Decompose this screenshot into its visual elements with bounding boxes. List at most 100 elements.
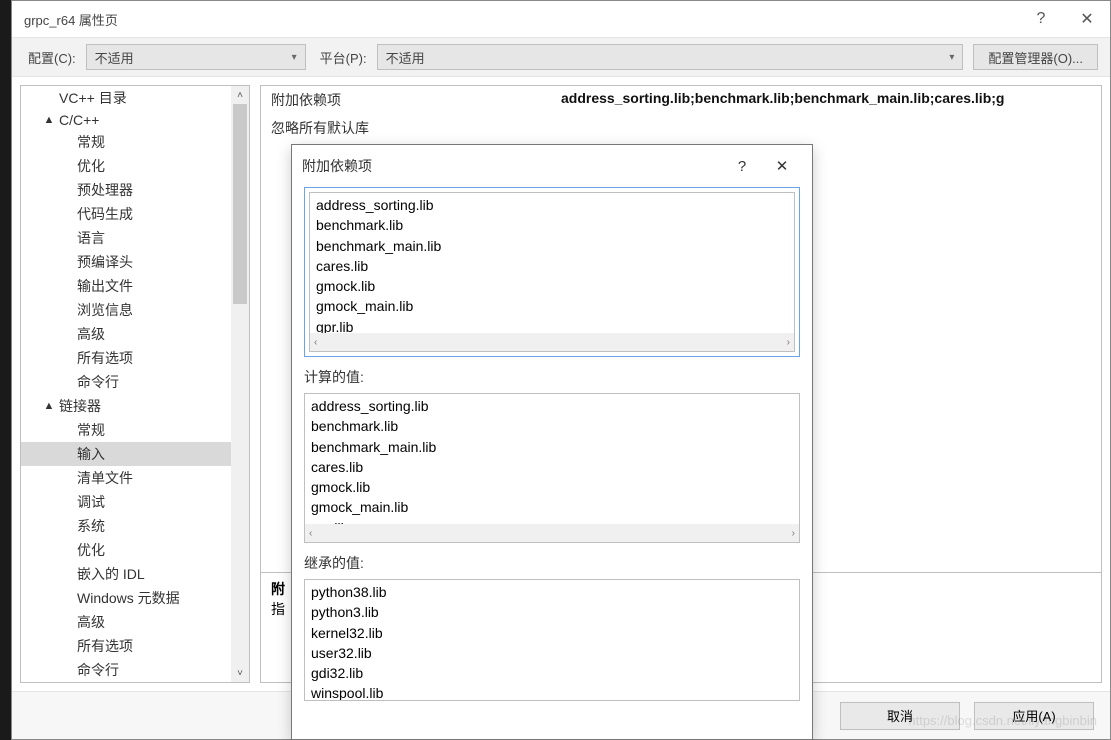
h-scrollbar[interactable]: ‹› [310,333,794,351]
tree-item[interactable]: 高级 [21,610,249,634]
list-item: address_sorting.lib [316,195,788,215]
tree-item[interactable]: 命令行 [21,370,249,394]
tree-item[interactable]: 所有选项 [21,634,249,658]
computed-list-frame: address_sorting.libbenchmark.libbenchmar… [304,393,800,543]
tree-item[interactable]: 优化 [21,154,249,178]
tree-item-label: C/C++ [59,112,99,128]
tree-item-label: 嵌入的 IDL [77,564,145,584]
config-manager-button[interactable]: 配置管理器(O)... [973,44,1098,70]
tree-item-label: VC++ 目录 [59,88,127,108]
toggle-icon[interactable]: ▲ [43,114,55,126]
scroll-left-icon[interactable]: ‹ [309,528,312,539]
tree-item[interactable]: VC++ 目录 [21,86,249,110]
close-button[interactable]: ✕ [1064,1,1110,37]
toggle-icon[interactable]: ▲ [43,400,55,412]
property-row[interactable]: 忽略所有默认库 [261,114,1101,142]
tree-item[interactable]: 输出文件 [21,274,249,298]
tree-pane: VC++ 目录▲C/C++常规优化预处理器代码生成语言预编译头输出文件浏览信息高… [20,85,250,683]
chevron-down-icon: ▾ [949,52,954,63]
platform-label: 平台(P): [320,48,367,67]
tree-item[interactable]: 系统 [21,514,249,538]
list-item: winspool.lib [311,683,793,700]
list-item: gmock_main.lib [311,497,793,517]
tree-item[interactable]: 命令行 [21,658,249,682]
tree-item[interactable]: 嵌入的 IDL [21,562,249,586]
tree-item[interactable]: 清单文件 [21,466,249,490]
property-key: 附加依赖项 [271,90,541,110]
scroll-up-icon[interactable]: ˄ [231,86,249,104]
tree-item[interactable]: 所有选项 [21,346,249,370]
list-item: benchmark.lib [316,215,788,235]
inherited-list: python38.libpython3.libkernel32.libuser3… [305,580,799,700]
window-title: grpc_r64 属性页 [24,10,118,29]
h-scrollbar[interactable]: ‹› [305,524,799,542]
tree-item[interactable]: 浏览信息 [21,298,249,322]
scroll-down-icon[interactable]: ˅ [231,664,249,682]
tree-item-label: 所有选项 [77,348,133,368]
nav-tree[interactable]: VC++ 目录▲C/C++常规优化预处理器代码生成语言预编译头输出文件浏览信息高… [21,86,249,682]
tree-item[interactable]: 预编译头 [21,250,249,274]
editable-list-frame: address_sorting.libbenchmark.libbenchmar… [304,187,800,357]
list-item: kernel32.lib [311,623,793,643]
tree-item-label: 所有选项 [77,636,133,656]
platform-combo[interactable]: 不适用 ▾ [377,44,964,70]
scroll-left-icon[interactable]: ‹ [314,337,317,348]
list-item: gpr.lib [316,317,788,333]
tree-item-label: 命令行 [77,372,119,392]
additional-deps-dialog: 附加依赖项 ? ✕ address_sorting.libbenchmark.l… [291,144,813,740]
tree-item-label: 语言 [77,228,105,248]
tree-item[interactable]: 高级 [21,322,249,346]
tree-item-label: 高级 [77,324,105,344]
tree-item-label: 优化 [77,540,105,560]
close-button[interactable]: ✕ [762,146,802,186]
list-item: cares.lib [311,457,793,477]
tree-item[interactable]: 常规 [21,418,249,442]
scroll-thumb[interactable] [233,104,247,304]
list-item: gdi32.lib [311,663,793,683]
help-button[interactable]: ? [1018,1,1064,37]
tree-item-label: 优化 [77,156,105,176]
tree-item[interactable]: 语言 [21,226,249,250]
tree-item[interactable]: 优化 [21,538,249,562]
tree-item[interactable]: 调试 [21,490,249,514]
tree-item[interactable]: 代码生成 [21,202,249,226]
list-item: user32.lib [311,643,793,663]
list-item: python38.lib [311,582,793,602]
tree-item[interactable]: Windows 元数据 [21,586,249,610]
config-combo[interactable]: 不适用 ▾ [86,44,306,70]
tree-item-label: 链接器 [59,396,101,416]
tree-item-label: 浏览信息 [77,300,133,320]
tree-item-label: Windows 元数据 [77,588,180,608]
inherited-label: 继承的值: [304,553,800,573]
cancel-button[interactable]: 取消 [840,702,960,730]
help-button[interactable]: ? [722,146,762,186]
tree-item[interactable]: ▲ 链接器 [21,394,249,418]
list-item: address_sorting.lib [311,396,793,416]
tree-item-label: 系统 [77,516,105,536]
tree-item[interactable]: 输入 [21,442,249,466]
property-value: address_sorting.lib;benchmark.lib;benchm… [561,90,1091,110]
scroll-right-icon[interactable]: › [792,528,795,539]
tree-item-label: 命令行 [77,660,119,680]
computed-list: address_sorting.libbenchmark.libbenchmar… [305,394,799,542]
scroll-right-icon[interactable]: › [787,337,790,348]
list-item: gmock.lib [316,276,788,296]
tree-item-label: 常规 [77,132,105,152]
editable-list[interactable]: address_sorting.libbenchmark.libbenchmar… [309,192,795,352]
tree-item-label: 输出文件 [77,276,133,296]
tree-item[interactable]: ▲ C/C++ [21,110,249,130]
property-row[interactable]: 附加依赖项 address_sorting.lib;benchmark.lib;… [261,86,1101,114]
config-label: 配置(C): [28,48,76,67]
tree-item-label: 输入 [77,444,105,464]
config-toolbar: 配置(C): 不适用 ▾ 平台(P): 不适用 ▾ 配置管理器(O)... [12,37,1110,77]
tree-scrollbar[interactable]: ˄ ˅ [231,86,249,682]
list-item: benchmark_main.lib [316,236,788,256]
tree-item[interactable]: 常规 [21,130,249,154]
computed-label: 计算的值: [304,367,800,387]
apply-button[interactable]: 应用(A) [974,702,1094,730]
property-key: 忽略所有默认库 [271,118,541,138]
list-item: gmock_main.lib [316,296,788,316]
tree-item[interactable]: 预处理器 [21,178,249,202]
list-item: cares.lib [316,256,788,276]
list-item: benchmark.lib [311,416,793,436]
